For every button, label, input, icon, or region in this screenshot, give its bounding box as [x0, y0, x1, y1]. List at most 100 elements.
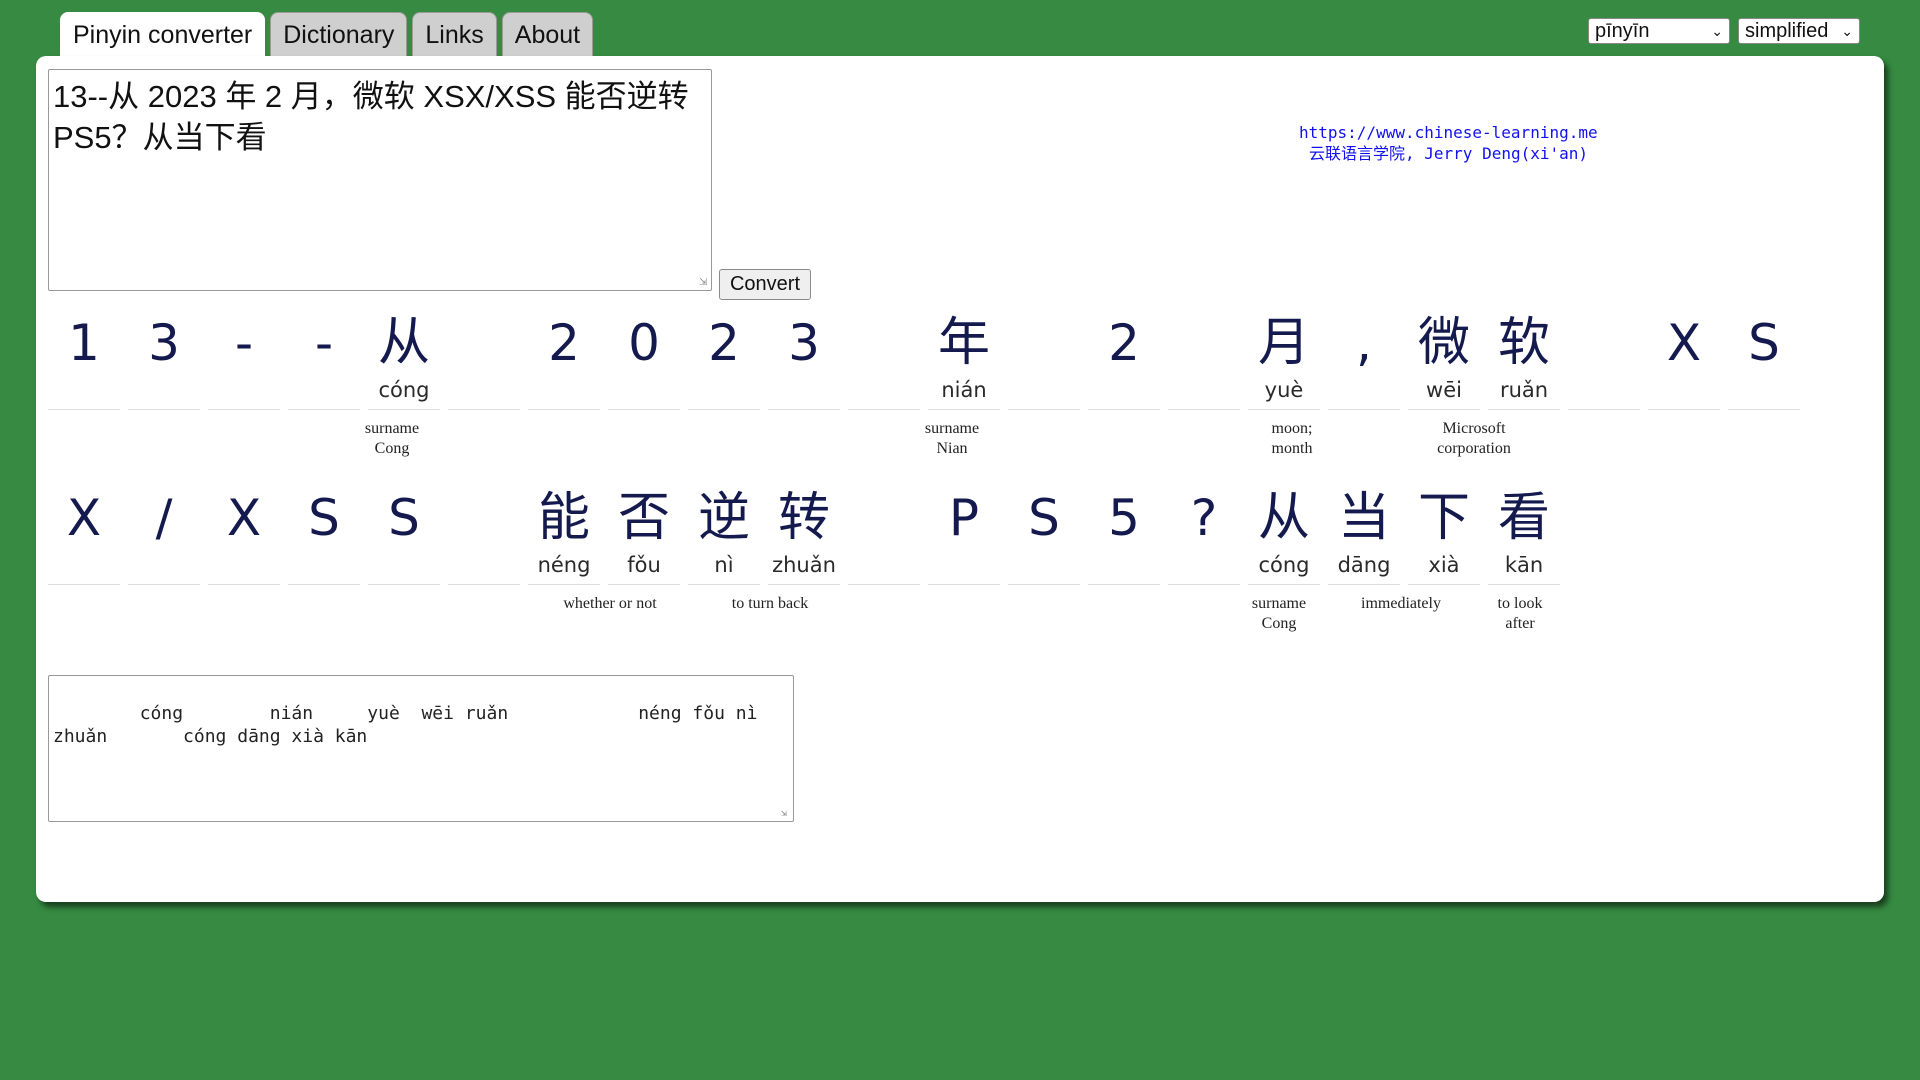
char-cell [1568, 309, 1640, 410]
char-cell: 转 zhuǎn [768, 484, 840, 585]
pinyin-label: dāng [1328, 552, 1400, 585]
char-cell: 3 [768, 309, 840, 410]
script-select[interactable]: simplified ⌄ [1738, 18, 1860, 44]
pinyin-label: cóng [1248, 552, 1320, 585]
chinese-text-input[interactable]: 13--从 2023 年 2 月，微软 XSX/XSS 能否逆转 PS5？从当下… [48, 69, 712, 291]
char-cell [848, 484, 920, 585]
pinyin-label [1328, 377, 1400, 410]
hanzi-char[interactable]: 3 [788, 309, 820, 377]
converter-panel: 13--从 2023 年 2 月，微软 XSX/XSS 能否逆转 PS5？从当下… [36, 56, 1884, 902]
tab-about[interactable]: About [501, 12, 594, 57]
pinyin-label [1088, 552, 1160, 585]
hanzi-char[interactable]: 转 [778, 484, 830, 552]
char-cell: 当 dāng [1328, 484, 1400, 585]
hanzi-char[interactable]: 微 [1418, 309, 1470, 377]
hanzi-char[interactable]: 从 [378, 309, 430, 377]
pinyin-label: xià [1408, 552, 1480, 585]
hanzi-char[interactable]: 5 [1108, 484, 1140, 552]
hanzi-char[interactable]: 下 [1418, 484, 1470, 552]
char-cell: 从 cóng [368, 309, 440, 410]
char-cell: , [1328, 309, 1400, 410]
pinyin-label [288, 552, 360, 585]
pinyin-output-value: cóng nián yuè wēi ruǎn néng fǒu nì zhuǎn… [53, 703, 769, 747]
hanzi-char[interactable]: S [1748, 309, 1780, 377]
hanzi-char[interactable]: 看 [1498, 484, 1550, 552]
gloss-weiruan: Microsoft corporation [1437, 420, 1511, 457]
convert-button[interactable]: Convert [719, 269, 811, 300]
tab-dictionary[interactable]: Dictionary [270, 12, 408, 57]
char-cell: X [208, 484, 280, 585]
pinyin-label [1008, 377, 1080, 410]
hanzi-char[interactable]: X [1667, 309, 1701, 377]
char-cell: S [1008, 484, 1080, 585]
site-url-link[interactable]: https://www.chinese-learning.me [1299, 122, 1598, 143]
gloss-cong-1: surname Cong [364, 420, 420, 457]
hanzi-char[interactable]: 0 [628, 309, 660, 377]
char-cell: 2 [528, 309, 600, 410]
pinyin-label: wēi [1408, 377, 1480, 410]
hanzi-char[interactable]: ? [1191, 484, 1218, 552]
char-cell [448, 309, 520, 410]
hanzi-char[interactable]: - [315, 309, 333, 377]
pinyin-label [1168, 552, 1240, 585]
char-cell: 2 [1088, 309, 1160, 410]
hanzi-char[interactable]: X [67, 484, 101, 552]
hanzi-char[interactable]: 否 [618, 484, 670, 552]
resize-handle-icon[interactable]: ⇲ [699, 278, 709, 288]
hanzi-char[interactable]: 软 [1498, 309, 1550, 377]
pinyin-label [48, 552, 120, 585]
pronunciation-select[interactable]: pīnyīn ⌄ [1588, 18, 1730, 44]
char-cell: 从 cóng [1248, 484, 1320, 585]
hanzi-char[interactable]: S [308, 484, 340, 552]
hanzi-char[interactable]: 2 [708, 309, 740, 377]
hanzi-char[interactable]: 2 [1108, 309, 1140, 377]
hanzi-char[interactable]: / [156, 484, 173, 552]
pinyin-label [688, 377, 760, 410]
tab-links[interactable]: Links [412, 12, 497, 57]
pinyin-label [1568, 377, 1640, 410]
hanzi-char[interactable]: X [227, 484, 261, 552]
hanzi-char[interactable]: 当 [1338, 484, 1390, 552]
pinyin-output[interactable]: cóng nián yuè wēi ruǎn néng fǒu nì zhuǎn… [48, 675, 794, 822]
char-cell: 3 [128, 309, 200, 410]
pinyin-label [288, 377, 360, 410]
hanzi-char[interactable]: P [949, 484, 979, 552]
pinyin-label: néng [528, 552, 600, 585]
hanzi-char[interactable]: S [1028, 484, 1060, 552]
pinyin-label [368, 552, 440, 585]
pinyin-label: nián [928, 377, 1000, 410]
char-cell: S [288, 484, 360, 585]
hanzi-char[interactable]: 3 [148, 309, 180, 377]
hanzi-char[interactable]: 2 [548, 309, 580, 377]
pinyin-label [1168, 377, 1240, 410]
pinyin-label [448, 552, 520, 585]
char-cell: X [1648, 309, 1720, 410]
resize-handle-icon[interactable]: ⇲ [781, 809, 791, 819]
gloss-nian: surname Nian [924, 420, 980, 457]
hanzi-char[interactable]: 月 [1258, 309, 1310, 377]
site-credit: https://www.chinese-learning.me 云联语言学院, J… [1299, 122, 1598, 164]
char-cell: S [1728, 309, 1800, 410]
gloss-yue: moon; month [1271, 420, 1313, 457]
hanzi-char[interactable]: 从 [1258, 484, 1310, 552]
pinyin-label [448, 377, 520, 410]
pinyin-label [1008, 552, 1080, 585]
char-cell: - [288, 309, 360, 410]
hanzi-char[interactable]: S [388, 484, 420, 552]
hanzi-char[interactable]: 能 [538, 484, 590, 552]
char-cell: ? [1168, 484, 1240, 585]
pinyin-label [1648, 377, 1720, 410]
option-selects: pīnyīn ⌄ simplified ⌄ [1588, 18, 1860, 44]
hanzi-char[interactable]: - [235, 309, 253, 377]
char-cell: 0 [608, 309, 680, 410]
hanzi-char[interactable]: 1 [68, 309, 100, 377]
pinyin-label [768, 377, 840, 410]
pinyin-label [528, 377, 600, 410]
pinyin-label: kān [1488, 552, 1560, 585]
char-cell [1168, 309, 1240, 410]
hanzi-char[interactable]: 年 [938, 309, 990, 377]
hanzi-char[interactable]: 逆 [698, 484, 750, 552]
char-cell [1008, 309, 1080, 410]
char-cell [848, 309, 920, 410]
hanzi-char[interactable]: , [1356, 309, 1372, 377]
